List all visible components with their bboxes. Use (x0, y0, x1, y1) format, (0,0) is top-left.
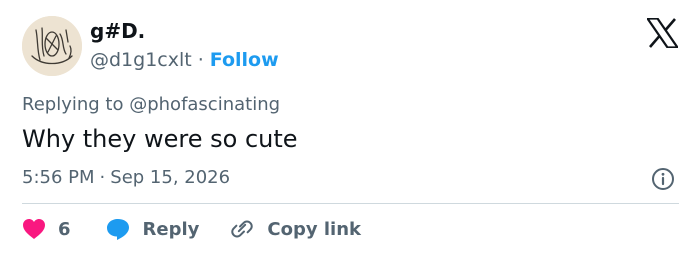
like-button[interactable]: 6 (22, 218, 71, 240)
copy-link-label: Copy link (267, 218, 361, 240)
tweet-timestamp[interactable]: 5:56 PM · Sep 15, 2026 (22, 166, 230, 190)
tweet-time: 5:56 PM (22, 167, 95, 188)
divider (22, 203, 679, 204)
x-logo-icon[interactable] (645, 17, 680, 49)
author-handle[interactable]: @d1g1cxlt (90, 49, 192, 71)
action-bar: 6 Reply Copy link (22, 213, 361, 245)
replying-to-mention[interactable]: @phofascinating (129, 94, 280, 115)
reply-button[interactable]: Reply (105, 217, 200, 241)
avatar-sketch-image (22, 16, 82, 76)
like-count: 6 (58, 218, 71, 240)
handle-separator: · (197, 49, 204, 71)
replying-to-line: Replying to @phofascinating (22, 93, 280, 117)
author-handle-row: @d1g1cxlt · Follow (90, 47, 279, 73)
timestamp-separator: · (99, 167, 106, 188)
speech-bubble-icon (106, 219, 129, 240)
heart-icon (23, 219, 45, 239)
info-icon[interactable] (651, 167, 675, 191)
link-icon (231, 220, 254, 238)
follow-button[interactable]: Follow (210, 49, 279, 71)
replying-to-prefix: Replying to (22, 94, 124, 115)
reply-label: Reply (142, 218, 200, 240)
tweet-date: Sep 15, 2026 (110, 167, 231, 188)
tweet-text: Why they were so cute (22, 125, 298, 153)
author-display-name[interactable]: g#D. (90, 18, 145, 44)
avatar[interactable] (22, 16, 82, 76)
copy-link-button[interactable]: Copy link (229, 217, 361, 241)
